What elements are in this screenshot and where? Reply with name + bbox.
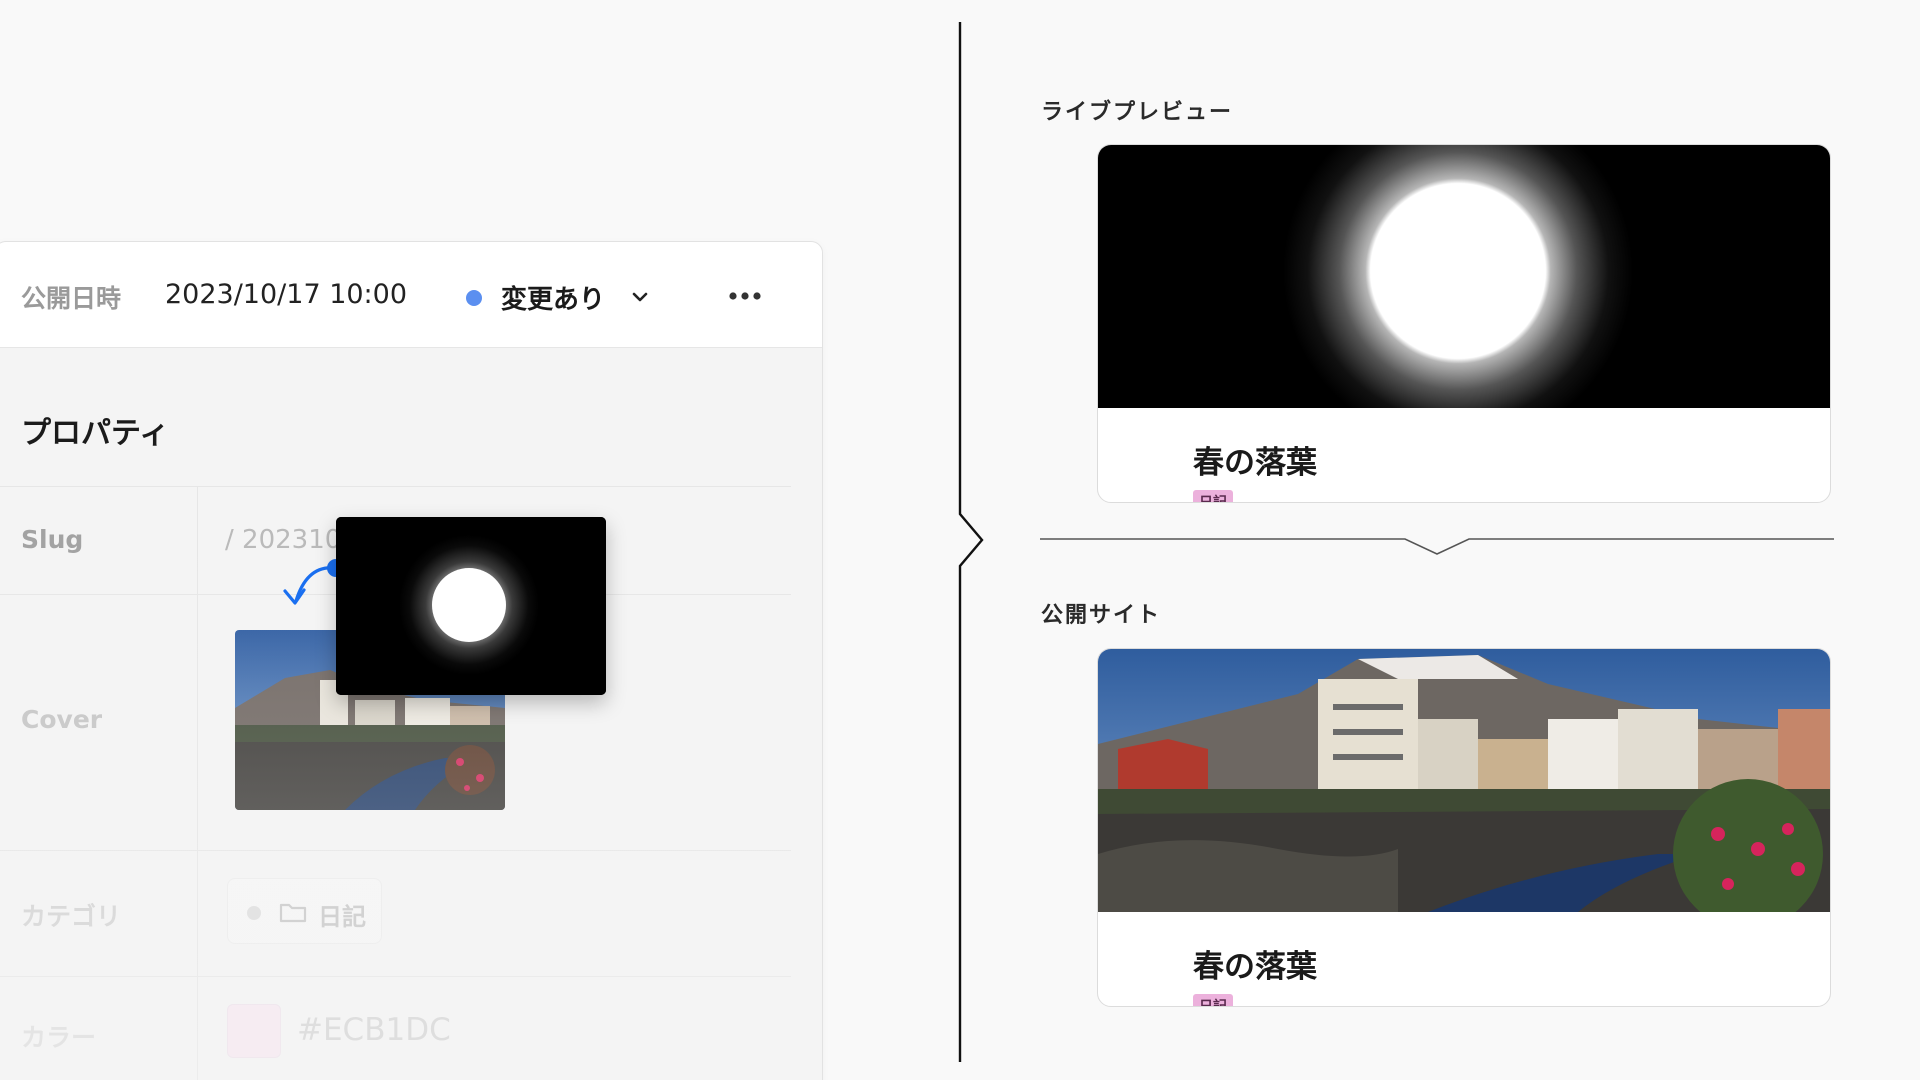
row-divider	[0, 486, 791, 487]
status-dot	[466, 290, 482, 306]
live-preview-cover	[1098, 145, 1830, 408]
properties-heading: プロパティ	[21, 416, 170, 451]
editor-toolbar: 公開日時 2023/10/17 10:00 変更あり	[0, 242, 822, 348]
public-site-title: 春の落葉	[1193, 949, 1317, 985]
live-preview-title: 春の落葉	[1193, 445, 1317, 481]
slug-input[interactable]: / 202310	[225, 525, 341, 555]
cover-label: Cover	[21, 705, 103, 734]
slug-label: Slug	[21, 525, 84, 554]
status-label[interactable]: 変更あり	[501, 279, 605, 316]
category-name: 日記	[318, 903, 366, 931]
panel-divider	[958, 22, 984, 1062]
public-site-card[interactable]: 春の落葉 日記	[1097, 648, 1831, 1007]
category-label: カテゴリ	[21, 902, 122, 931]
public-site-label: 公開サイト	[1041, 603, 1162, 628]
category-chip[interactable]: 日記	[227, 878, 382, 944]
row-divider	[0, 850, 791, 851]
public-site-cover	[1098, 649, 1830, 912]
folder-icon	[279, 903, 307, 923]
dragged-image[interactable]	[336, 517, 606, 695]
color-swatch[interactable]	[227, 1004, 281, 1058]
publish-datetime-label: 公開日時	[21, 284, 122, 313]
screen: { "editor": { "toolbar": { "publish_labe…	[0, 0, 1920, 1080]
chevron-down-icon[interactable]	[629, 286, 651, 308]
section-separator	[1040, 538, 1834, 555]
category-color-dot	[247, 906, 261, 920]
live-preview-card[interactable]: 春の落葉 日記	[1097, 144, 1831, 503]
more-options-icon[interactable]	[723, 276, 767, 316]
publish-datetime-value[interactable]: 2023/10/17 10:00	[165, 279, 407, 310]
color-label: カラー	[21, 1023, 97, 1052]
live-preview-tag: 日記	[1193, 490, 1233, 502]
color-hex-value[interactable]: #ECB1DC	[297, 1012, 451, 1048]
public-site-tag: 日記	[1193, 994, 1233, 1006]
row-divider	[0, 976, 791, 977]
column-divider	[197, 486, 198, 1080]
live-preview-label: ライブプレビュー	[1041, 100, 1234, 125]
